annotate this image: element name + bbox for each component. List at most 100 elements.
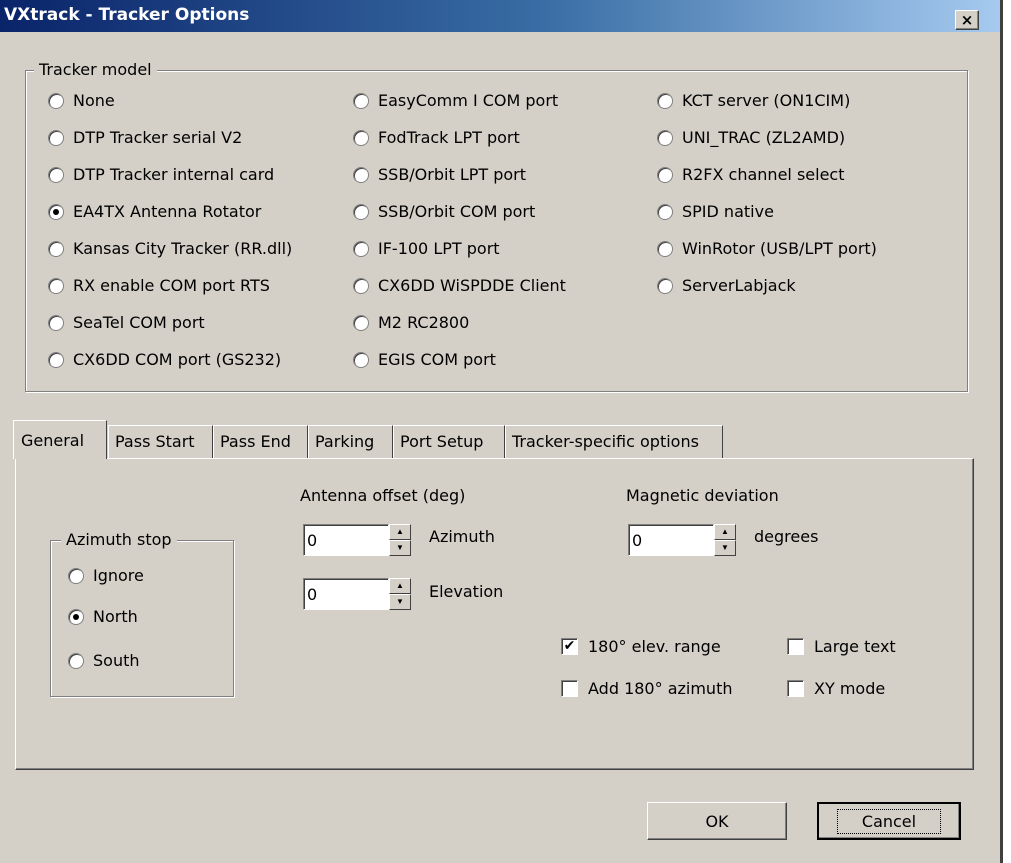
tracker-option-ea4tx-antenna-rotator[interactable]: EA4TX Antenna Rotator (48, 202, 261, 221)
radio-unselected-icon (353, 92, 369, 109)
checkbox-add-180-azimuth-label: Add 180° azimuth (588, 679, 733, 698)
tracker-option-none[interactable]: None (48, 91, 115, 110)
tracker-option-if-100-lpt-port[interactable]: IF-100 LPT port (353, 239, 500, 258)
tracker-option-cx6dd-wispdde-client[interactable]: CX6DD WiSPDDE Client (353, 276, 566, 295)
checkbox-empty-icon (787, 680, 804, 697)
radio-unselected-icon (657, 203, 673, 220)
tracker-option-r2fx-channel-select[interactable]: R2FX channel select (657, 165, 844, 184)
elevation-offset-spinner: ▲ ▼ (389, 578, 411, 610)
radio-unselected-icon (353, 314, 369, 331)
radio-unselected-icon (48, 92, 64, 109)
tracker-option-cx6dd-wispdde-client-label: CX6DD WiSPDDE Client (378, 276, 566, 295)
tab-port-setup[interactable]: Port Setup (393, 425, 505, 458)
elevation-offset-down-button[interactable]: ▼ (389, 594, 411, 610)
tracker-option-ssb-orbit-com-port[interactable]: SSB/Orbit COM port (353, 202, 535, 221)
close-icon: × (960, 11, 974, 29)
checkbox-add-180-azimuth[interactable]: Add 180° azimuth (561, 679, 732, 698)
tracker-model-label: Tracker model (34, 60, 157, 79)
magnetic-deviation-spinner: ▲ ▼ (714, 524, 736, 556)
tab-general[interactable]: General (13, 420, 107, 459)
azimuth-stop-label: Azimuth stop (61, 530, 177, 549)
tracker-option-ssb-orbit-lpt-port-label: SSB/Orbit LPT port (378, 165, 527, 184)
radio-unselected-icon (353, 240, 369, 257)
azimuth-offset-spinner: ▲ ▼ (389, 524, 411, 556)
elevation-offset-unit-label: Elevation (429, 582, 504, 601)
tracker-option-ssb-orbit-lpt-port[interactable]: SSB/Orbit LPT port (353, 165, 526, 184)
azimuth-offset-input[interactable] (303, 524, 389, 556)
magnetic-deviation-input[interactable] (628, 524, 714, 556)
cancel-button[interactable]: Cancel (817, 802, 961, 840)
magnetic-deviation-down-button[interactable]: ▼ (714, 540, 736, 556)
azimuth-stop-north[interactable]: North (68, 607, 138, 626)
tracker-option-easycomm-i-com-port[interactable]: EasyComm I COM port (353, 91, 558, 110)
title-bar: VXtrack - Tracker Options × (0, 0, 1000, 32)
spin-up-icon: ▲ (396, 527, 404, 536)
ok-button[interactable]: OK (647, 802, 787, 840)
radio-unselected-icon (68, 567, 84, 584)
tracker-option-winrotor-usb-lpt-port-label: WinRotor (USB/LPT port) (682, 239, 877, 258)
elevation-offset-up-button[interactable]: ▲ (389, 578, 411, 594)
azimuth-stop-ignore-label: Ignore (93, 566, 144, 585)
checkbox-large-text[interactable]: Large text (787, 637, 896, 656)
tracker-option-winrotor-usb-lpt-port[interactable]: WinRotor (USB/LPT port) (657, 239, 877, 258)
azimuth-stop-south-label: South (93, 651, 140, 670)
tracker-option-dtp-tracker-serial-v2-label: DTP Tracker serial V2 (73, 128, 243, 147)
tracker-option-dtp-tracker-serial-v2[interactable]: DTP Tracker serial V2 (48, 128, 242, 147)
tracker-option-spid-native-label: SPID native (682, 202, 774, 221)
tracker-option-easycomm-i-com-port-label: EasyComm I COM port (378, 91, 559, 110)
radio-unselected-icon (657, 166, 673, 183)
tracker-option-kansas-city-tracker-rr-dll-label: Kansas City Tracker (RR.dll) (73, 239, 293, 258)
radio-unselected-icon (657, 129, 673, 146)
tab-pass-end[interactable]: Pass End (213, 425, 308, 458)
radio-selected-icon (68, 608, 84, 625)
tracker-option-seatel-com-port-label: SeaTel COM port (73, 313, 205, 332)
tracker-option-seatel-com-port[interactable]: SeaTel COM port (48, 313, 205, 332)
tracker-option-dtp-tracker-internal-card-label: DTP Tracker internal card (73, 165, 275, 184)
tracker-option-cx6dd-com-port-gs232[interactable]: CX6DD COM port (GS232) (48, 350, 281, 369)
elevation-offset-input[interactable] (303, 578, 389, 610)
close-button[interactable]: × (955, 10, 979, 30)
radio-unselected-icon (657, 92, 673, 109)
azimuth-stop-ignore[interactable]: Ignore (68, 566, 144, 585)
magnetic-deviation-unit-label: degrees (754, 527, 819, 546)
tracker-option-dtp-tracker-internal-card[interactable]: DTP Tracker internal card (48, 165, 274, 184)
radio-unselected-icon (48, 240, 64, 257)
spin-down-icon: ▼ (396, 543, 404, 552)
magnetic-deviation-label: Magnetic deviation (626, 486, 779, 505)
cancel-button-label: Cancel (836, 808, 942, 834)
tracker-option-rx-enable-com-port-rts-label: RX enable COM port RTS (73, 276, 270, 295)
azimuth-offset-up-button[interactable]: ▲ (389, 524, 411, 540)
radio-unselected-icon (657, 240, 673, 257)
radio-unselected-icon (48, 314, 64, 331)
radio-unselected-icon (353, 203, 369, 220)
checkbox-large-text-label: Large text (814, 637, 896, 656)
radio-unselected-icon (48, 351, 64, 368)
checkbox-180-elev-range[interactable]: ✔ 180° elev. range (561, 637, 721, 656)
tracker-option-spid-native[interactable]: SPID native (657, 202, 774, 221)
azimuth-offset-down-button[interactable]: ▼ (389, 540, 411, 556)
tracker-option-uni-trac-zl2amd-label: UNI_TRAC (ZL2AMD) (682, 128, 846, 147)
tracker-option-kansas-city-tracker-rr-dll[interactable]: Kansas City Tracker (RR.dll) (48, 239, 292, 258)
tracker-option-kct-server-on1cim[interactable]: KCT server (ON1CIM) (657, 91, 850, 110)
checkbox-xy-mode[interactable]: XY mode (787, 679, 885, 698)
tracker-option-egis-com-port[interactable]: EGIS COM port (353, 350, 496, 369)
radio-unselected-icon (68, 652, 84, 669)
azimuth-stop-south[interactable]: South (68, 651, 140, 670)
tracker-model-group: Tracker model (25, 60, 968, 392)
checkbox-empty-icon (561, 680, 578, 697)
tracker-option-fodtrack-lpt-port[interactable]: FodTrack LPT port (353, 128, 520, 147)
tracker-option-rx-enable-com-port-rts[interactable]: RX enable COM port RTS (48, 276, 270, 295)
tab-pass-start[interactable]: Pass Start (108, 425, 213, 458)
spin-up-icon: ▲ (721, 527, 729, 536)
tracker-option-uni-trac-zl2amd[interactable]: UNI_TRAC (ZL2AMD) (657, 128, 845, 147)
tracker-option-serverlabjack[interactable]: ServerLabjack (657, 276, 796, 295)
spin-up-icon: ▲ (396, 581, 404, 590)
tracker-option-m2-rc2800[interactable]: M2 RC2800 (353, 313, 469, 332)
tab-parking[interactable]: Parking (308, 425, 393, 458)
tracker-option-ea4tx-antenna-rotator-label: EA4TX Antenna Rotator (73, 202, 262, 221)
radio-unselected-icon (353, 129, 369, 146)
tracker-option-fodtrack-lpt-port-label: FodTrack LPT port (378, 128, 520, 147)
checkmark-icon: ✔ (561, 638, 578, 655)
magnetic-deviation-up-button[interactable]: ▲ (714, 524, 736, 540)
tab-tracker-specific-options[interactable]: Tracker-specific options (505, 425, 723, 458)
